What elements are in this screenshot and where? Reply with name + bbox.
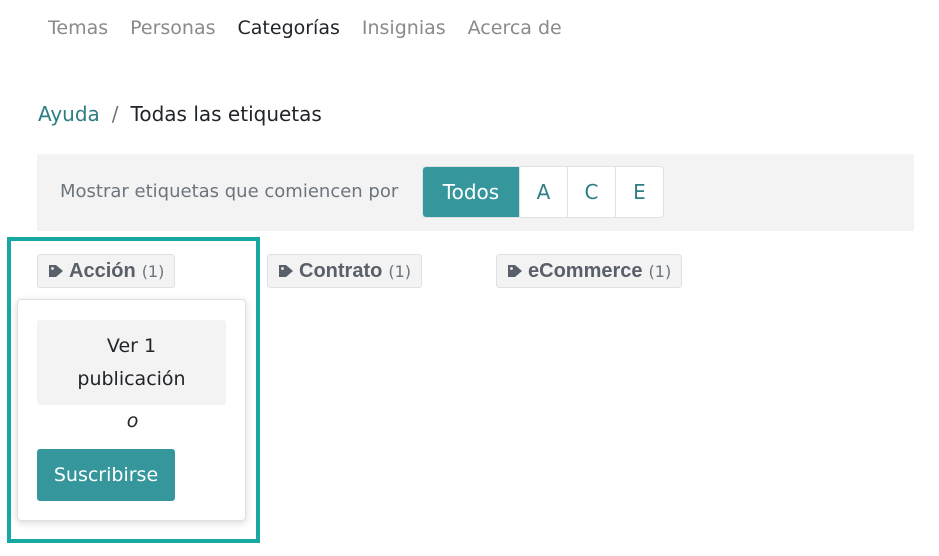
breadcrumb: Ayuda / Todas las etiquetas	[38, 102, 322, 126]
letter-button-todos[interactable]: Todos	[423, 167, 519, 217]
tag-accion[interactable]: Acción (1)	[37, 254, 176, 288]
tag-icon	[49, 265, 63, 277]
tag-name: eCommerce	[528, 259, 643, 282]
tag-count: (1)	[388, 261, 411, 281]
tag-contrato[interactable]: Contrato (1)	[267, 254, 422, 288]
tag-name: Acción	[69, 259, 136, 282]
breadcrumb-separator: /	[111, 102, 119, 126]
tag-icon	[508, 265, 522, 277]
nav-item-personas[interactable]: Personas	[130, 17, 215, 39]
tag-count: (1)	[141, 261, 165, 281]
tag-count: (1)	[648, 261, 672, 281]
top-navigation: Temas Personas Categorías Insignias Acer…	[38, 14, 584, 42]
breadcrumb-current: Todas las etiquetas	[130, 102, 322, 126]
subscribe-button[interactable]: Suscribirse	[37, 449, 175, 501]
tag-icon	[279, 265, 293, 277]
breadcrumb-link-ayuda[interactable]: Ayuda	[38, 102, 100, 126]
tag-ecommerce[interactable]: eCommerce (1)	[496, 254, 683, 288]
nav-item-temas[interactable]: Temas	[48, 17, 108, 39]
letter-button-a[interactable]: A	[519, 167, 567, 217]
tag-popover: Ver 1 publicación o Suscribirse	[17, 299, 246, 521]
letter-filter-bar: Mostrar etiquetas que comiencen por Todo…	[37, 154, 914, 231]
or-separator: o	[126, 410, 139, 432]
view-posts-button[interactable]: Ver 1 publicación	[37, 320, 226, 405]
letter-button-c[interactable]: C	[567, 167, 615, 217]
nav-item-categorias[interactable]: Categorías	[238, 17, 340, 39]
nav-item-insignias[interactable]: Insignias	[362, 17, 446, 39]
letter-button-group: Todos A C E	[422, 166, 664, 218]
filter-label: Mostrar etiquetas que comiencen por	[60, 181, 399, 202]
nav-item-acerca-de[interactable]: Acerca de	[468, 17, 562, 39]
tag-name: Contrato	[299, 259, 383, 282]
letter-button-e[interactable]: E	[615, 167, 663, 217]
